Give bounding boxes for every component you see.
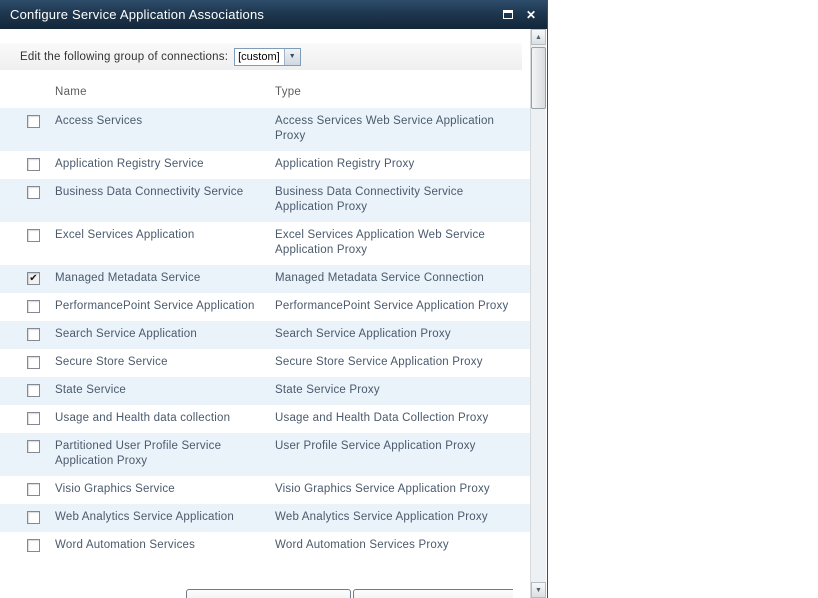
row-type: Web Analytics Service Application Proxy <box>275 511 488 523</box>
row-type: Usage and Health Data Collection Proxy <box>275 412 489 424</box>
table-row: Usage and Health data collection Usage a… <box>0 405 530 433</box>
row-checkbox[interactable] <box>27 300 40 313</box>
table-row: Application Registry Service Application… <box>0 151 530 179</box>
table-row: State Service State Service Proxy <box>0 377 530 405</box>
table-row: Business Data Connectivity Service Busin… <box>0 179 530 222</box>
row-name: Partitioned User Profile Service Applica… <box>55 440 222 467</box>
table-row: Excel Services Application Excel Service… <box>0 222 530 265</box>
table-row: Access Services Access Services Web Serv… <box>0 108 530 151</box>
row-name: Usage and Health data collection <box>55 412 231 424</box>
row-type: Search Service Application Proxy <box>275 328 451 340</box>
table-row: ✔ Managed Metadata Service Managed Metad… <box>0 265 530 293</box>
row-checkbox[interactable] <box>27 115 40 128</box>
row-type: Managed Metadata Service Connection <box>275 272 485 284</box>
partial-button-left[interactable] <box>186 589 351 598</box>
row-type: Visio Graphics Service Application Proxy <box>275 483 490 495</box>
row-type: State Service Proxy <box>275 384 380 396</box>
row-type: Secure Store Service Application Proxy <box>275 356 483 368</box>
table-row: PerformancePoint Service Application Per… <box>0 293 530 321</box>
bottom-button-area <box>0 589 513 598</box>
row-checkbox[interactable] <box>27 384 40 397</box>
vertical-scrollbar[interactable]: ▲ ▼ <box>530 29 546 598</box>
row-checkbox[interactable] <box>27 412 40 425</box>
table-row: Web Analytics Service Application Web An… <box>0 504 530 532</box>
row-type: Word Automation Services Proxy <box>275 539 449 551</box>
column-header-type: Type <box>275 86 302 98</box>
row-checkbox[interactable] <box>27 539 40 552</box>
table-row: Partitioned User Profile Service Applica… <box>0 433 530 476</box>
row-type: Business Data Connectivity Service Appli… <box>275 186 464 213</box>
row-checkbox[interactable]: ✔ <box>27 272 40 285</box>
connection-group-value: [custom] <box>238 50 280 63</box>
row-name: Search Service Application <box>55 328 197 340</box>
close-button[interactable]: ✕ <box>524 8 538 22</box>
connection-group-dropdown[interactable]: [custom] ▼ <box>234 47 301 66</box>
row-checkbox[interactable] <box>27 328 40 341</box>
row-name: PerformancePoint Service Application <box>55 300 255 312</box>
row-type: PerformancePoint Service Application Pro… <box>275 300 509 312</box>
row-type: User Profile Service Application Proxy <box>275 440 476 452</box>
row-name: Access Services <box>55 115 143 127</box>
scroll-up-button[interactable]: ▲ <box>531 29 546 45</box>
dialog-content: Edit the following group of connections:… <box>0 29 530 598</box>
chevron-down-icon: ▼ <box>288 53 296 60</box>
row-type: Excel Services Application Web Service A… <box>275 229 486 256</box>
row-name: Secure Store Service <box>55 356 168 368</box>
column-header-name: Name <box>55 86 87 98</box>
row-name: Business Data Connectivity Service <box>55 186 244 198</box>
configure-associations-dialog: Configure Service Application Associatio… <box>0 0 548 598</box>
associations-list: Access Services Access Services Web Serv… <box>0 108 530 560</box>
connection-group-label: Edit the following group of connections: <box>20 50 229 63</box>
row-name: Visio Graphics Service <box>55 483 175 495</box>
scroll-down-button[interactable]: ▼ <box>531 582 546 598</box>
row-name: Excel Services Application <box>55 229 195 241</box>
table-row: Secure Store Service Secure Store Servic… <box>0 349 530 377</box>
table-header-row: Name Type <box>0 86 530 98</box>
desktop-background: Configure Service Application Associatio… <box>0 0 818 598</box>
row-name: Web Analytics Service Application <box>55 511 234 523</box>
close-icon: ✕ <box>525 7 537 22</box>
table-row: Visio Graphics Service Visio Graphics Se… <box>0 476 530 504</box>
maximize-button[interactable] <box>501 8 515 22</box>
row-checkbox[interactable] <box>27 356 40 369</box>
table-row: Search Service Application Search Servic… <box>0 321 530 349</box>
row-type: Application Registry Proxy <box>275 158 415 170</box>
maximize-icon <box>503 10 513 19</box>
table-row: Word Automation Services Word Automation… <box>0 532 530 560</box>
scrollbar-track[interactable] <box>531 45 546 582</box>
scroll-up-icon: ▲ <box>535 33 542 41</box>
row-checkbox[interactable] <box>27 440 40 453</box>
row-checkbox[interactable] <box>27 483 40 496</box>
row-checkbox[interactable] <box>27 186 40 199</box>
row-type: Access Services Web Service Application … <box>275 115 495 142</box>
row-name: State Service <box>55 384 126 396</box>
row-checkbox[interactable] <box>27 158 40 171</box>
row-name: Application Registry Service <box>55 158 204 170</box>
row-checkbox[interactable] <box>27 229 40 242</box>
row-checkbox[interactable] <box>27 511 40 524</box>
partial-button-right[interactable] <box>353 589 513 598</box>
connection-group-bar: Edit the following group of connections:… <box>0 43 522 70</box>
dropdown-button[interactable]: ▼ <box>283 48 300 65</box>
row-name: Word Automation Services <box>55 539 196 551</box>
scrollbar-thumb[interactable] <box>531 47 546 109</box>
dialog-titlebar: Configure Service Application Associatio… <box>0 0 547 29</box>
row-name: Managed Metadata Service <box>55 272 201 284</box>
dialog-title: Configure Service Application Associatio… <box>10 7 265 22</box>
scroll-down-icon: ▼ <box>535 586 542 594</box>
